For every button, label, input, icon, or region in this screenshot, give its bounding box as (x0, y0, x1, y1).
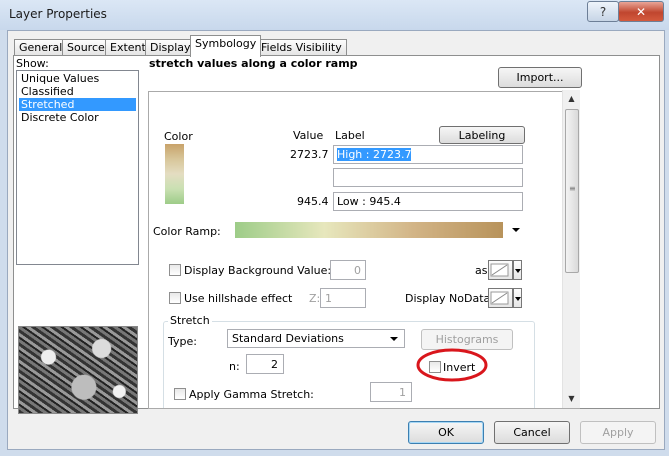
renderer-description: stretch values along a color ramp (149, 57, 358, 70)
gamma-stretch-label: Apply Gamma Stretch: (189, 388, 314, 401)
value-column-header: Value (293, 129, 324, 142)
background-as-label: as (475, 264, 488, 277)
color-ramp-preview (235, 222, 503, 238)
chevron-down-icon (515, 269, 521, 273)
title-bar: Layer Properties ? ✕ (0, 0, 669, 30)
tab-fields-visibility[interactable]: Fields Visibility (256, 39, 347, 56)
middle-label-field[interactable] (333, 168, 523, 187)
close-icon: ✕ (635, 4, 647, 19)
list-item-unique-values[interactable]: Unique Values (19, 72, 136, 85)
dialog-client: General Source Extent Display Symbology … (7, 30, 665, 450)
list-item-discrete-color[interactable]: Discrete Color (19, 111, 136, 124)
tab-general[interactable]: General (14, 39, 68, 56)
labeling-button[interactable]: Labeling (439, 126, 525, 144)
chevron-down-icon (390, 337, 398, 341)
n-value-field[interactable]: 2 (246, 354, 284, 374)
background-value-field[interactable]: 0 (330, 260, 366, 280)
color-ramp-combo[interactable] (233, 220, 525, 240)
gamma-value-field[interactable]: 1 (370, 382, 412, 402)
display-background-checkbox[interactable] (169, 264, 181, 276)
close-button[interactable]: ✕ (618, 1, 664, 22)
background-color-dropdown[interactable] (513, 260, 522, 280)
stretch-type-value: Standard Deviations (232, 332, 344, 345)
layer-preview-image (18, 326, 138, 414)
import-button[interactable]: Import... (498, 67, 582, 88)
chevron-down-icon (512, 228, 520, 232)
hillshade-checkbox[interactable] (169, 292, 181, 304)
color-ramp-swatch[interactable] (165, 144, 184, 204)
scroll-thumb[interactable]: ≡ (565, 109, 579, 273)
tab-display[interactable]: Display (145, 39, 196, 56)
low-value: 945.4 (297, 195, 329, 208)
label-column-header: Label (335, 129, 365, 142)
display-background-label: Display Background Value: (184, 264, 332, 277)
stretch-group-label: Stretch (168, 314, 212, 327)
z-factor-label: Z: (309, 292, 321, 305)
ok-button[interactable]: OK (408, 421, 484, 444)
z-factor-field[interactable]: 1 (320, 288, 366, 308)
stretch-settings-pane: Color Value Label Labeling 2723.7 High :… (148, 91, 580, 409)
color-swatch-icon (490, 291, 509, 305)
nodata-color-picker[interactable] (488, 288, 513, 308)
scroll-down-icon[interactable]: ▼ (563, 390, 580, 407)
list-item-classified[interactable]: Classified (19, 85, 136, 98)
layer-properties-window: Layer Properties ? ✕ General Source Exte… (0, 0, 669, 456)
vertical-scrollbar[interactable]: ▲ ≡ ▼ (562, 90, 580, 408)
show-label: Show: (16, 57, 49, 70)
list-item-stretched[interactable]: Stretched (19, 98, 136, 111)
color-swatch-icon (490, 263, 509, 277)
high-label-field[interactable]: High : 2723.7 (333, 145, 523, 164)
background-color-picker[interactable] (488, 260, 513, 280)
window-title: Layer Properties (9, 7, 107, 21)
cancel-button[interactable]: Cancel (494, 421, 570, 444)
symbology-panel: Show: Unique Values Classified Stretched… (13, 55, 660, 414)
hillshade-label: Use hillshade effect (184, 292, 293, 305)
grip-icon: ≡ (569, 184, 576, 193)
high-value: 2723.7 (290, 148, 329, 161)
stretch-type-label: Type: (168, 335, 197, 348)
high-label-text: High : 2723.7 (337, 148, 412, 161)
color-column-header: Color (164, 130, 193, 143)
chevron-down-icon (515, 297, 521, 301)
stretch-type-select[interactable]: Standard Deviations (227, 329, 405, 348)
tab-source[interactable]: Source (62, 39, 110, 56)
gamma-stretch-checkbox[interactable] (174, 388, 186, 400)
renderer-list[interactable]: Unique Values Classified Stretched Discr… (16, 70, 139, 265)
low-label-text: Low : 945.4 (337, 195, 401, 208)
nodata-color-dropdown[interactable] (513, 288, 522, 308)
low-label-field[interactable]: Low : 945.4 (333, 192, 523, 211)
help-icon: ? (599, 4, 607, 19)
scroll-up-icon[interactable]: ▲ (563, 90, 580, 107)
tab-symbology[interactable]: Symbology (190, 35, 262, 57)
highlight-circle (416, 348, 488, 382)
tab-extent[interactable]: Extent (105, 39, 151, 56)
color-ramp-label: Color Ramp: (153, 225, 221, 238)
n-label: n: (229, 360, 240, 373)
apply-button[interactable]: Apply (580, 421, 656, 444)
help-button[interactable]: ? (587, 1, 619, 22)
